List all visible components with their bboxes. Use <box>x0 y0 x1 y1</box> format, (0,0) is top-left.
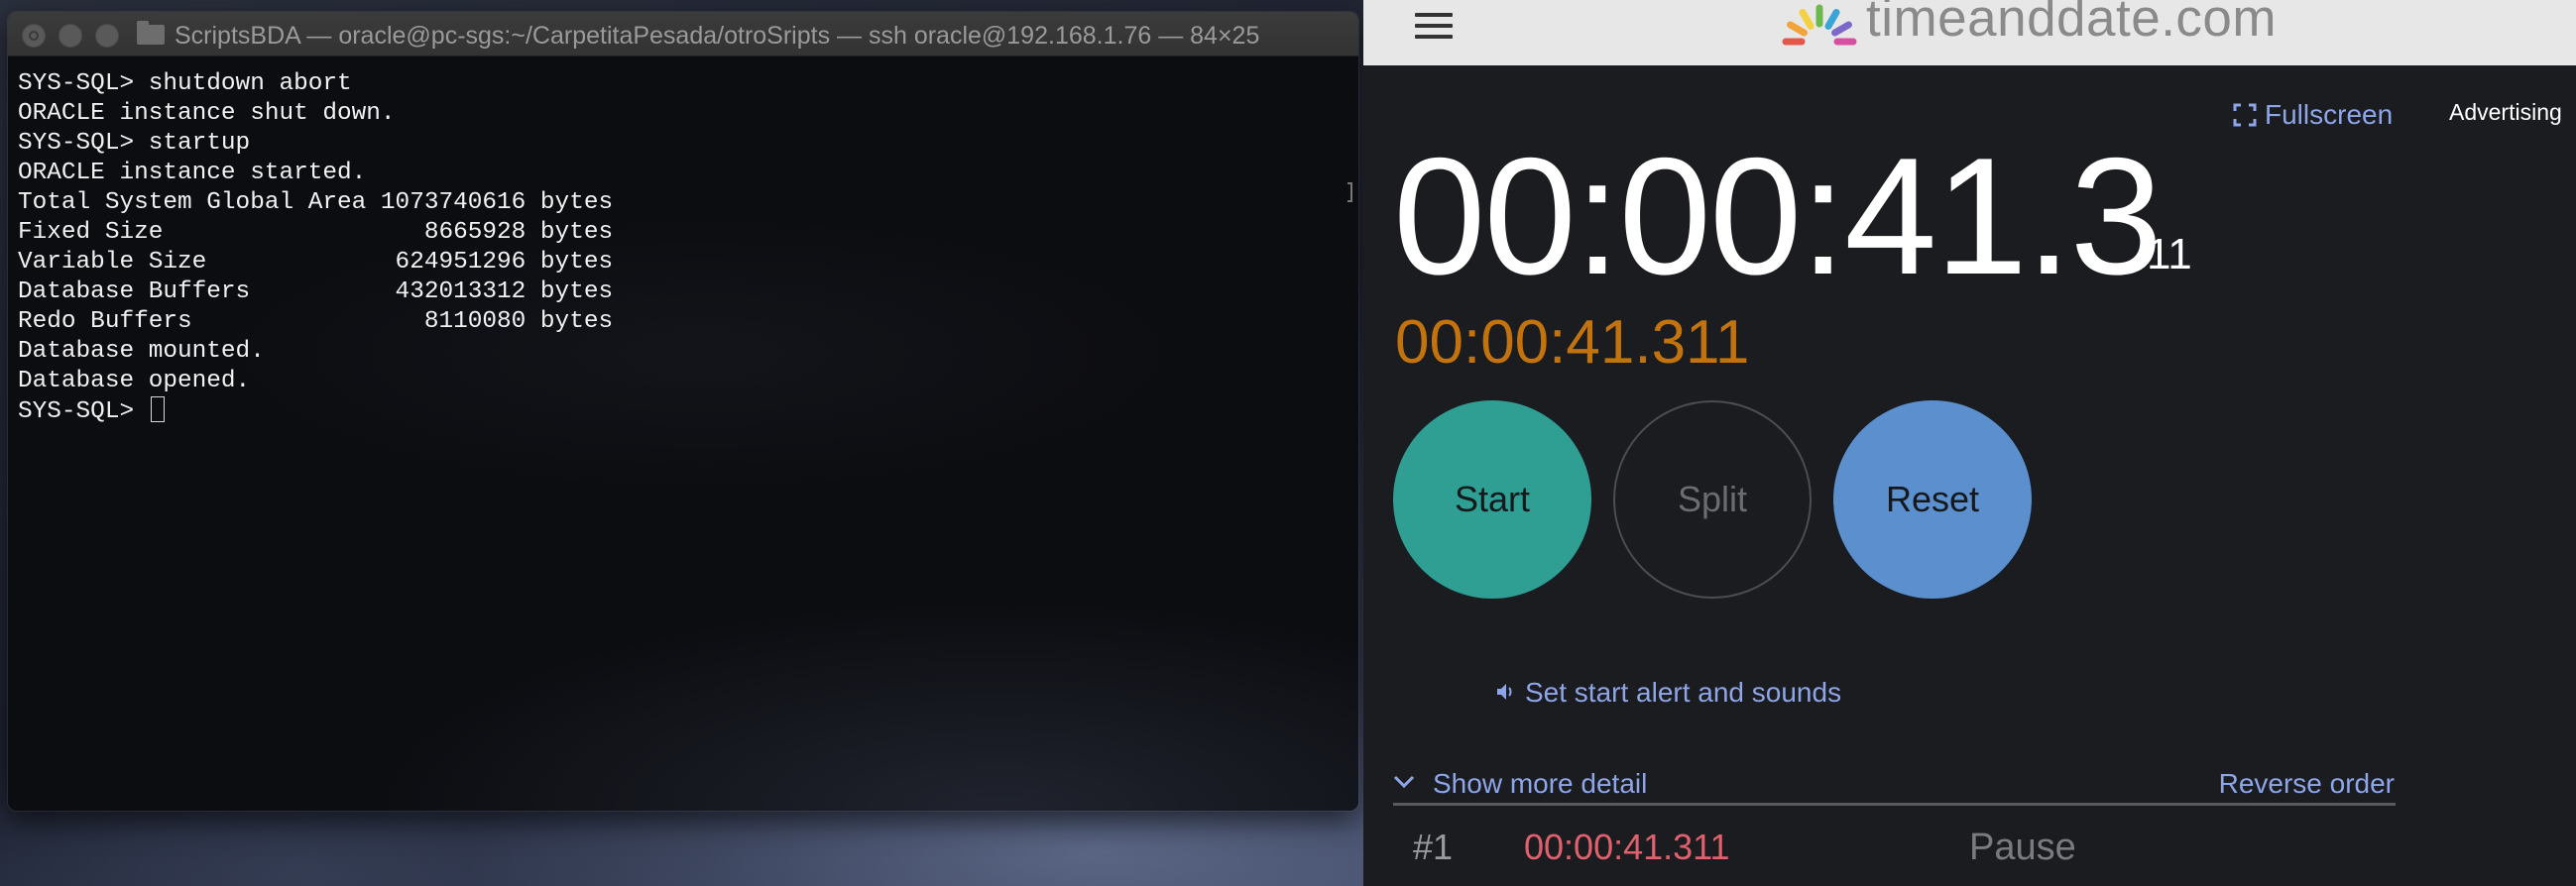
stopwatch-main-time: 00:00:41.3 <box>1393 123 2163 309</box>
terminal-title: ScriptsBDA — oracle@pc-sgs:~/CarpetitaPe… <box>175 22 1260 50</box>
minimize-window-button[interactable] <box>59 24 82 48</box>
terminal-mark-icon <box>1347 182 1352 202</box>
stopwatch-page: timeanddate.com Fullscreen Advertising 0… <box>1363 0 2576 886</box>
terminal-line: Database opened. <box>18 368 251 394</box>
terminal-window[interactable]: ScriptsBDA — oracle@pc-sgs:~/CarpetitaPe… <box>8 12 1358 811</box>
split-button[interactable]: Split <box>1613 400 1812 599</box>
terminal-line: Total System Global Area 1073740616 byte… <box>18 189 614 216</box>
terminal-line: Database mounted. <box>18 338 265 365</box>
terminal-prompt-line[interactable]: SYS-SQL> <box>18 396 1358 426</box>
lap-row: #1 00:00:41.311 Pause <box>1393 827 2395 876</box>
logo-petal <box>1824 9 1840 30</box>
lap-number: #1 <box>1413 827 1454 867</box>
fullscreen-icon <box>2233 103 2257 127</box>
folder-icon <box>137 21 165 45</box>
logo-petal <box>1799 9 1815 30</box>
show-more-label: Show more detail <box>1433 768 1648 799</box>
maximize-window-button[interactable] <box>95 24 119 48</box>
desktop-background: ScriptsBDA — oracle@pc-sgs:~/CarpetitaPe… <box>0 0 1363 886</box>
fullscreen-button[interactable]: Fullscreen <box>2233 99 2393 131</box>
terminal-line: Fixed Size 8665928 bytes <box>18 219 614 246</box>
chevron-down-icon <box>1393 775 1415 789</box>
logo-petal <box>1831 21 1852 37</box>
terminal-line: SYS-SQL> startup <box>18 130 251 157</box>
close-window-button[interactable] <box>22 24 46 48</box>
terminal-line: SYS-SQL> shutdown abort <box>18 70 352 97</box>
terminal-line: Redo Buffers 8110080 bytes <box>18 308 614 335</box>
lap-list-divider <box>1393 803 2396 806</box>
stopwatch-main-time-ms: 11 <box>2147 230 2192 278</box>
terminal-prompt: SYS-SQL> <box>18 398 149 425</box>
site-header: timeanddate.com <box>1363 0 2576 65</box>
logo-sunburst-icon <box>1782 4 1857 46</box>
terminal-line: Variable Size 624951296 bytes <box>18 249 614 276</box>
terminal-line: Database Buffers 432013312 bytes <box>18 278 614 305</box>
fullscreen-label: Fullscreen <box>2265 99 2394 130</box>
speaker-icon <box>1497 684 1512 700</box>
hamburger-menu-icon[interactable] <box>1415 13 1453 41</box>
advertising-label: Advertising <box>2449 99 2562 125</box>
lap-time: 00:00:41.311 <box>1524 827 1730 867</box>
reverse-order-link[interactable]: Reverse order <box>2219 768 2395 800</box>
show-more-detail-toggle[interactable]: Show more detail <box>1393 768 1647 800</box>
site-logo-text: timeanddate.com <box>1866 0 2278 48</box>
start-button[interactable]: Start <box>1393 400 1591 599</box>
terminal-line: ORACLE instance started. <box>18 160 367 186</box>
logo-petal <box>1787 21 1808 37</box>
terminal-line: ORACLE instance shut down. <box>18 100 396 127</box>
stopwatch-secondary-time: 00:00:41.311 <box>1395 308 1750 377</box>
terminal-output[interactable]: SYS-SQL> shutdown abort ORACLE instance … <box>8 56 1358 811</box>
terminal-cursor <box>150 396 165 422</box>
reset-button[interactable]: Reset <box>1833 400 2032 599</box>
set-alert-label: Set start alert and sounds <box>1525 677 1842 708</box>
terminal-titlebar[interactable]: ScriptsBDA — oracle@pc-sgs:~/CarpetitaPe… <box>8 12 1358 56</box>
lap-label: Pause <box>1969 827 2076 868</box>
set-alert-link[interactable]: Set start alert and sounds <box>1495 677 1841 709</box>
lap-list-header: Show more detail Reverse order <box>1393 768 2395 804</box>
